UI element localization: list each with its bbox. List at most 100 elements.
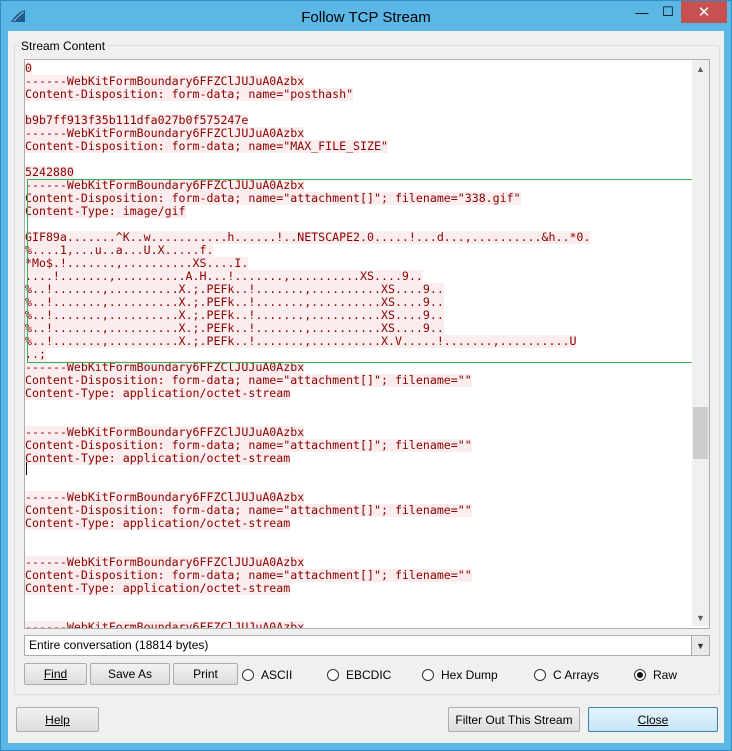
maximize-button[interactable]: ☐ [655,1,681,23]
stream-line [25,153,691,166]
stream-line: Content-Disposition: form-data; name="po… [25,88,691,101]
stream-line: ------WebKitFormBoundary6FFZClJUJuA0Azbx [25,127,691,140]
stream-line: %..!.......,..........X.;.PEFk..!.......… [25,309,691,322]
stream-line: Content-Disposition: form-data; name="MA… [25,140,691,153]
radio-ascii-label: ASCII [261,668,293,682]
stream-line: %..!.......,..........X.;.PEFk..!.......… [25,335,691,348]
stream-line: ------WebKitFormBoundary6FFZClJUJuA0Azbx [25,179,691,192]
text-caret [26,462,27,475]
help-button-label: Help [45,712,70,727]
save-as-button-label: Save As [107,667,153,681]
scrollbar-thumb[interactable] [693,407,708,459]
close-button[interactable]: Close [588,707,718,732]
stream-line-text: ------WebKitFormBoundary6FFZClJUJuA0Azbx [25,621,305,628]
stream-line-text: ------WebKitFormBoundary6FFZClJUJuA0Azbx [25,361,305,374]
stream-line: ..; [25,348,691,361]
stream-line: ------WebKitFormBoundary6FFZClJUJuA0Azbx [25,426,691,439]
stream-line: %..!.......,..........X.;.PEFk..!.......… [25,322,691,335]
stream-line: *Mo$.!.......,..........XS....I. [25,257,691,270]
stream-line-text: GIF89a.......^K..w...........h......!..N… [25,231,591,244]
dialog-client-area: Stream Content 0 ------WebKitFormBoundary… [8,31,724,743]
stream-line-text: Content-Type: application/octet-stream [25,517,291,530]
title-bar[interactable]: Follow TCP Stream — ☐ ✕ [1,1,731,31]
stream-line [25,218,691,231]
stream-line: Content-Disposition: form-data; name="at… [25,374,691,387]
stream-line-text: Content-Disposition: form-data; name="MA… [25,140,388,153]
radio-dot-c-arrays [534,669,546,681]
stream-line: ------WebKitFormBoundary6FFZClJUJuA0Azbx [25,75,691,88]
stream-line-text: b9b7ff913f35b111dfa027b0f575247e [25,114,249,127]
stream-line-text: Content-Type: image/gif [25,205,186,218]
help-button[interactable]: Help [16,707,99,732]
radio-dot-ascii [242,669,254,681]
stream-line: Content-Disposition: form-data; name="at… [25,504,691,517]
print-button-label: Print [193,667,218,681]
radio-ebcdic[interactable]: EBCDIC [327,667,391,683]
minimize-button[interactable]: — [629,1,655,23]
stream-line-text: ------WebKitFormBoundary6FFZClJUJuA0Azbx [25,179,305,192]
stream-line [25,478,691,491]
stream-line-text: Content-Disposition: form-data; name="at… [25,504,472,517]
stream-line: Content-Type: image/gif [25,205,691,218]
stream-line: Content-Type: application/octet-stream [25,517,691,530]
stream-line-text: Content-Type: application/octet-stream [25,452,291,465]
print-button[interactable]: Print [173,663,238,685]
window-title: Follow TCP Stream [301,9,431,26]
stream-line: Content-Disposition: form-data; name="at… [25,439,691,452]
stream-line-text: 5242880 [25,166,74,179]
close-button-label: Close [637,712,669,727]
stream-text-area[interactable]: 0 ------WebKitFormBoundary6FFZClJUJuA0Azb… [24,59,710,629]
stream-line [25,608,691,621]
stream-line-text: ------WebKitFormBoundary6FFZClJUJuA0Azbx [25,127,305,140]
stream-line: %..!.......,..........X.;.PEFk..!.......… [25,283,691,296]
radio-hex-dump[interactable]: Hex Dump [422,667,498,683]
stream-line: ....!.......,..........A.H...!.......,..… [25,270,691,283]
stream-line-text: ------WebKitFormBoundary6FFZClJUJuA0Azbx [25,75,305,88]
stream-line [25,530,691,543]
stream-line-text: *Mo$.!.......,..........XS....I. [25,257,249,270]
stream-line-text: 0 [25,62,32,75]
radio-c-arrays[interactable]: C Arrays [534,667,599,683]
stream-line-text: %..!.......,..........X.;.PEFk..!.......… [25,335,577,348]
stream-line [25,400,691,413]
stream-line-text: %..!.......,..........X.;.PEFk..!.......… [25,322,444,335]
save-as-button[interactable]: Save As [90,663,170,685]
stream-line: ------WebKitFormBoundary6FFZClJUJuA0Azbx [25,361,691,374]
filter-out-stream-button[interactable]: Filter Out This Stream [448,707,580,732]
conversation-select[interactable]: Entire conversation (18814 bytes) ▼ [24,635,710,656]
radio-raw-label: Raw [653,668,678,682]
stream-line [25,465,691,478]
radio-hex-dump-label: Hex Dump [441,668,498,682]
radio-dot-ebcdic [327,669,339,681]
stream-line [25,595,691,608]
stream-line [25,413,691,426]
stream-line: 5242880 [25,166,691,179]
stream-text[interactable]: 0 ------WebKitFormBoundary6FFZClJUJuA0Azb… [25,62,691,628]
stream-line-text: ------WebKitFormBoundary6FFZClJUJuA0Azbx [25,491,305,504]
follow-tcp-stream-window: Follow TCP Stream — ☐ ✕ Stream Content 0… [0,0,732,751]
radio-dot-hex-dump [422,669,434,681]
vertical-scrollbar[interactable]: ▲ ▼ [692,60,709,626]
radio-raw[interactable]: Raw [634,667,677,683]
stream-line-text: Content-Disposition: form-data; name="at… [25,192,521,205]
stream-line [25,101,691,114]
stream-line-text: %....1,...u..a...U.X.....f. [25,244,214,257]
stream-line-text: %..!.......,..........X.;.PEFk..!.......… [25,296,444,309]
find-button[interactable]: Find [24,663,87,685]
close-window-button[interactable]: ✕ [681,1,727,23]
find-button-label: Find [43,667,68,681]
scroll-up-arrow-icon[interactable]: ▲ [692,60,709,77]
radio-ascii[interactable]: ASCII [242,667,292,683]
chevron-down-icon[interactable]: ▼ [691,636,709,655]
stream-line-text: ....!.......,..........A.H...!.......,..… [25,270,423,283]
stream-line: ------WebKitFormBoundary6FFZClJUJuA0Azbx [25,621,691,628]
scroll-down-arrow-icon[interactable]: ▼ [692,609,709,626]
stream-line: Content-Disposition: form-data; name="at… [25,569,691,582]
stream-line-text: Content-Disposition: form-data; name="at… [25,374,472,387]
filter-out-stream-button-label: Filter Out This Stream [455,712,573,727]
stream-line-text: Content-Disposition: form-data; name="at… [25,439,472,452]
stream-line: Content-Type: application/octet-stream [25,582,691,595]
stream-line: b9b7ff913f35b111dfa027b0f575247e [25,114,691,127]
stream-content-label: Stream Content [19,39,108,53]
stream-line-text: ..; [25,348,46,361]
